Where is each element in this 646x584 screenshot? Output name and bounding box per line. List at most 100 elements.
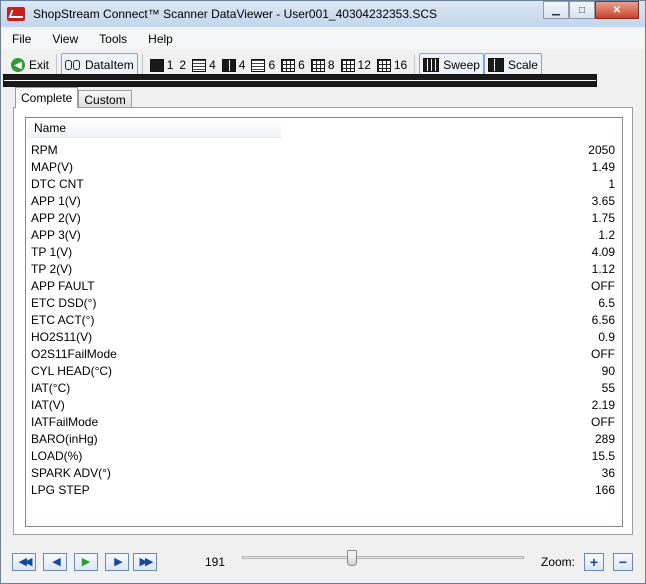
zoom-in-button[interactable]: +: [584, 553, 604, 571]
menu-help[interactable]: Help: [138, 32, 184, 46]
row-value: OFF: [591, 278, 615, 293]
twelve-grid-graph-icon: [340, 58, 355, 72]
view-tabs: Complete Custom: [15, 86, 132, 108]
table-row[interactable]: MAP(V) 1.49: [27, 158, 621, 175]
table-row[interactable]: APP 3(V) 1.2: [27, 226, 621, 243]
layout-16-label: 16: [393, 58, 408, 72]
row-name: LOAD(%): [31, 448, 83, 463]
table-row[interactable]: APP FAULT OFF: [27, 277, 621, 294]
back-arrow-icon: ◀: [11, 58, 25, 72]
row-name: MAP(V): [31, 159, 73, 174]
table-row[interactable]: ETC DSD(°) 6.5: [27, 294, 621, 311]
row-name: SPARK ADV(°): [31, 465, 111, 480]
name-column-header[interactable]: Name: [27, 119, 281, 138]
row-value: 2050: [588, 142, 615, 157]
table-row[interactable]: LOAD(%) 15.5: [27, 447, 621, 464]
row-name: TP 1(V): [31, 244, 73, 259]
row-value: 3.65: [591, 193, 615, 208]
playback-bar: ◀◀ ◀ ▶ ▶ ▶▶ 191 Zoom: + −: [2, 545, 644, 579]
layout-12-label: 12: [357, 58, 371, 72]
exit-label: Exit: [29, 58, 50, 72]
maximize-button[interactable]: □: [569, 1, 595, 19]
dataitem-label: DataItem: [85, 58, 134, 72]
data-rows: RPM 2050 MAP(V) 1.49 DTC CNT 1 APP 1(V) 3.65 APP…: [27, 141, 621, 498]
row-value: 1.12: [591, 261, 615, 276]
row-value: 15.5: [591, 448, 615, 463]
table-row[interactable]: BARO(inHg) 289: [27, 430, 621, 447]
row-value: 55: [601, 380, 615, 395]
zoom-out-button[interactable]: −: [613, 553, 633, 571]
table-row[interactable]: APP 1(V) 3.65: [27, 192, 621, 209]
table-row[interactable]: O2S11FailMode OFF: [27, 345, 621, 362]
app-window: ShopStream Connect™ Scanner DataViewer -…: [0, 0, 646, 584]
first-frame-button[interactable]: ◀◀: [12, 553, 36, 571]
row-name: APP FAULT: [31, 278, 95, 293]
table-row[interactable]: APP 2(V) 1.75: [27, 209, 621, 226]
table-row[interactable]: ETC ACT(°) 6.56: [27, 311, 621, 328]
row-name: ETC ACT(°): [31, 312, 95, 327]
frame-number: 191: [205, 555, 226, 569]
layout-1-label: 1: [166, 58, 174, 72]
row-value: 2.19: [591, 397, 615, 412]
row-value: 6.5: [598, 295, 615, 310]
table-row[interactable]: TP 2(V) 1.12: [27, 260, 621, 277]
menu-file[interactable]: File: [2, 32, 42, 46]
skip-back-icon: ◀◀: [18, 555, 33, 568]
previous-frame-button[interactable]: ◀: [43, 553, 67, 571]
menu-view[interactable]: View: [42, 32, 89, 46]
table-row[interactable]: SPARK ADV(°) 36: [27, 464, 621, 481]
layout-6-grid-label: 6: [298, 58, 305, 72]
six-grid-graph-icon: [281, 58, 296, 72]
single-graph-icon: [149, 58, 164, 72]
tab-complete[interactable]: Complete: [15, 87, 79, 108]
table-row[interactable]: DTC CNT 1: [27, 175, 621, 192]
frame-slider[interactable]: [242, 550, 524, 566]
table-row[interactable]: IAT(V) 2.19: [27, 396, 621, 413]
sweep-icon: [423, 58, 440, 72]
table-row[interactable]: CYL HEAD(°C) 90: [27, 362, 621, 379]
row-name: LPG STEP: [31, 482, 90, 497]
row-name: CYL HEAD(°C): [31, 363, 113, 378]
table-row[interactable]: HO2S11(V) 0.9: [27, 328, 621, 345]
row-value: 1.49: [591, 159, 615, 174]
last-frame-button[interactable]: ▶▶: [133, 553, 157, 571]
table-row[interactable]: IATFailMode OFF: [27, 413, 621, 430]
table-row[interactable]: LPG STEP 166: [27, 481, 621, 498]
row-value: 90: [601, 363, 615, 378]
four-row-graph-icon: [192, 58, 207, 72]
step-back-icon: ◀: [52, 555, 61, 568]
minimize-button[interactable]: ▁: [543, 1, 569, 19]
menu-tools[interactable]: Tools: [89, 32, 138, 46]
menu-bar: File View Tools Help: [2, 29, 644, 49]
sixteen-grid-graph-icon: [376, 58, 391, 72]
step-forward-icon: ▶: [114, 555, 123, 568]
app-logo-icon: [7, 7, 25, 21]
row-name: APP 2(V): [31, 210, 81, 225]
tab-panel: Name RPM 2050 MAP(V) 1.49 DTC CNT 1 APP 1(V) 3.…: [13, 107, 633, 535]
table-row[interactable]: TP 1(V) 4.09: [27, 243, 621, 260]
next-frame-button[interactable]: ▶: [105, 553, 129, 571]
row-name: APP 3(V): [31, 227, 81, 242]
zoom-label: Zoom:: [541, 555, 576, 569]
layout-4-rows-label: 4: [209, 58, 216, 72]
row-value: OFF: [591, 414, 615, 429]
data-list[interactable]: Name RPM 2050 MAP(V) 1.49 DTC CNT 1 APP 1(V) 3.…: [25, 117, 623, 527]
plus-icon: +: [589, 554, 599, 570]
play-button[interactable]: ▶: [74, 553, 98, 571]
slider-thumb[interactable]: [347, 550, 358, 566]
close-button[interactable]: ✕: [595, 1, 639, 19]
table-row[interactable]: IAT(°C) 55: [27, 379, 621, 396]
row-name: ETC DSD(°): [31, 295, 97, 310]
sweep-label: Sweep: [443, 58, 480, 72]
layout-2-button[interactable]: 2: [3, 53, 597, 87]
row-name: IATFailMode: [31, 414, 99, 429]
row-name: IAT(V): [31, 397, 65, 412]
toolbar: ◀ Exit DataItem 1 2 4 4 6 6 8 12 16 Swee…: [2, 51, 644, 87]
layout-8-label: 8: [327, 58, 335, 72]
skip-forward-icon: ▶▶: [139, 555, 154, 568]
row-value: 6.56: [591, 312, 615, 327]
row-name: DTC CNT: [31, 176, 84, 191]
table-row[interactable]: RPM 2050: [27, 141, 621, 158]
tab-custom[interactable]: Custom: [78, 90, 132, 108]
row-name: O2S11FailMode: [31, 346, 117, 361]
